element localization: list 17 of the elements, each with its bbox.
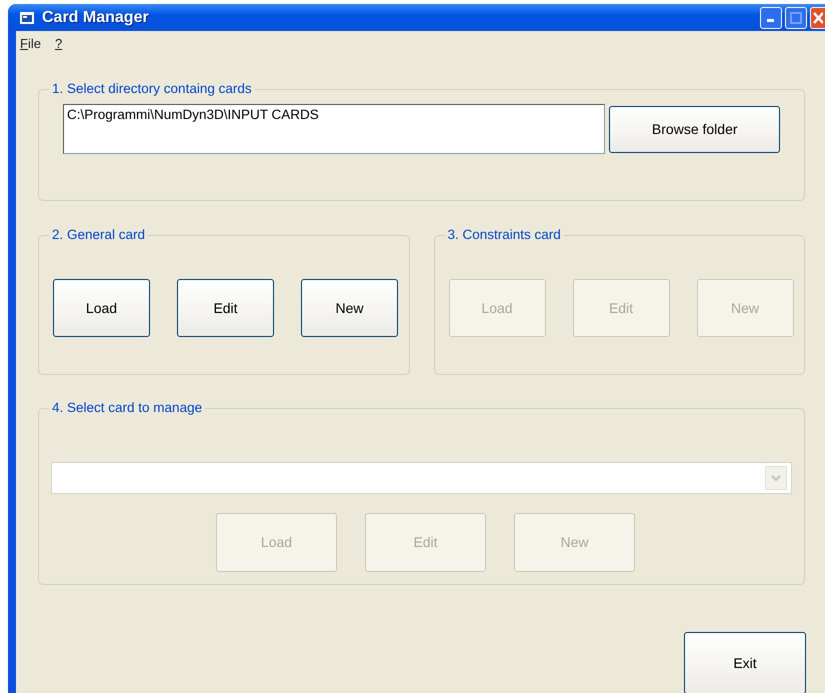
menu-item[interactable]: File [20,34,41,50]
browse-folder-button[interactable]: Browse folder [609,106,780,153]
load-button[interactable]: Load [53,279,150,337]
directory-field[interactable]: C:\Programmi\NumDyn3D\INPUT CARDS [63,104,606,154]
edit-button[interactable]: Edit [177,279,274,337]
new-button[interactable]: New [301,279,398,337]
minimize-button[interactable] [760,6,782,28]
menu-item[interactable]: ? [54,34,62,50]
group-title: 1. Select directory containg cards [49,80,255,98]
close-button[interactable] [810,6,825,28]
maximize-icon [790,12,802,24]
close-icon [813,12,823,24]
window-icon [20,12,34,24]
exit-button[interactable]: Exit [684,632,806,693]
group-title: 4. Select card to manage [49,399,206,417]
maximize-button[interactable] [785,6,807,28]
window-title: Card Manager [42,8,149,28]
